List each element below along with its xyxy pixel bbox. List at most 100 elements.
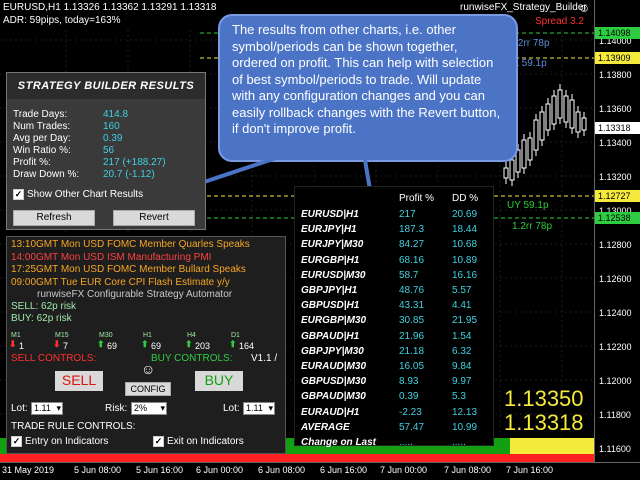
risk-label: Risk: [105,403,128,414]
refresh-button[interactable]: Refresh [13,210,95,226]
timeframe-name: H1 [143,332,152,339]
result-profit: 84.27 [399,239,425,251]
result-row: GBPUSD|H1 43.31 4.41 [295,300,495,315]
result-row: AVERAGE 57.47 10.99 [295,422,495,437]
stat-value: 414.8 [103,109,129,120]
result-symbol: GBPAUD|H1 [301,330,360,342]
stat-label: Trade Days: [13,109,68,120]
timeframe-value: 164 [239,341,255,351]
stat-row: Draw Down %: 20.7 (-1.12) [13,169,201,181]
result-profit: 68.16 [399,254,425,266]
arrow-down-icon: ⬇ [53,339,61,349]
exit-label: Exit on Indicators [167,436,244,447]
sell-controls-label: SELL CONTROLS: [11,353,97,364]
result-row: GBPJPY|H1 48.76 5.57 [295,285,495,300]
trade-rule-controls-label: TRADE RULE CONTROLS: [11,421,136,432]
timeframe-name: H4 [187,332,196,339]
header-profit: Profit % [399,193,435,204]
timeframe-name: M1 [11,332,21,339]
stat-label: Profit %: [13,157,51,168]
stat-value: 20.7 (-1.12) [103,169,155,180]
result-symbol: EURGBP|H1 [301,254,360,266]
entry-label: Entry on Indicators [25,436,109,447]
result-dd: 10.99 [452,421,478,433]
exit-on-indicators-toggle[interactable]: ✓ Exit on Indicators [153,436,244,447]
sell-button[interactable]: SELL [55,371,103,391]
entry-checkbox[interactable]: ✓ [11,436,22,447]
result-symbol: GBPJPY|H1 [301,285,358,296]
result-dd: 1.54 [452,330,472,342]
config-smiley-icon: ☺ [141,361,156,377]
stat-label: Win Ratio %: [13,145,71,156]
result-symbol: EURUSD|H1 [301,209,359,220]
result-profit: 21.18 [399,345,425,357]
result-symbol: GBPUSD|M30 [301,376,367,388]
risk-value: 2% [134,403,148,413]
other-chart-results-table: Profit % DD % EURUSD|H1 217 20.69 EURJPY|H1… [294,186,495,448]
stat-row: Win Ratio %: 56 [13,145,201,157]
result-profit: ..... [399,437,413,448]
timeframe-name: M30 [99,332,113,339]
lot-buy-value: 1.11 [246,403,263,413]
result-row: EURUSD|M30 58.7 16.16 [295,270,495,285]
result-dd: ..... [452,437,466,448]
strategy-builder-panel: STRATEGY BUILDER RESULTS Trade Days: 414.… [6,72,206,230]
automator-title: runwiseFX Configurable Strategy Automato… [37,289,233,300]
result-profit: 16.05 [399,361,425,372]
result-profit: 217 [399,209,416,220]
buy-controls-label: BUY CONTROLS: [151,353,233,364]
stat-row: Num Trades: 160 [13,121,201,133]
result-profit: 8.93 [399,376,419,388]
stat-value: 0.39 [103,133,123,144]
entry-on-indicators-toggle[interactable]: ✓ Entry on Indicators [11,436,108,447]
chevron-down-icon: ▾ [160,403,165,413]
stat-value: 217 (+188.27) [103,157,166,168]
lot-sell-value: 1.11 [34,403,51,413]
buy-button[interactable]: BUY [195,371,243,391]
result-dd: 16.16 [452,269,478,281]
timeframe-value: 69 [151,341,162,351]
risk-select[interactable]: 2% ▾ [131,402,167,415]
result-profit: 43.31 [399,300,425,312]
stat-label: Avg per Day: [13,133,71,144]
lot-sell-select[interactable]: 1.11 ▾ [31,402,63,415]
result-symbol: EURGBP|M30 [301,315,367,327]
timeframe-name: M15 [55,332,69,339]
lot-buy-select[interactable]: 1.11 ▾ [243,402,275,415]
result-symbol: Change on Last [301,437,377,448]
config-button[interactable]: CONFIG [125,382,171,396]
result-symbol: EURAUD|M30 [301,361,367,372]
news-item: 14:00GMT Mon USD ISM Manufacturing PMI [11,251,212,263]
timeframe-value: 69 [107,341,118,351]
timeframe-name: D1 [231,332,240,339]
arrow-up-icon: ⬆ [141,339,149,349]
stat-value: 160 [103,121,120,132]
result-dd: 10.68 [452,239,478,251]
result-dd: 4.41 [452,300,472,312]
result-dd: 18.44 [452,224,478,236]
arrow-up-icon: ⬆ [229,339,237,349]
timeframe-value: 7 [63,341,69,351]
stat-row: Profit %: 217 (+188.27) [13,157,201,169]
result-dd: 10.89 [452,254,478,266]
news-item: 09:00GMT Tue EUR Core CPI Flash Estimate… [11,276,230,288]
result-symbol: EURUSD|M30 [301,269,366,281]
stat-label: Num Trades: [13,121,71,132]
strategy-builder-title: STRATEGY BUILDER RESULTS [7,73,205,99]
timeframe-value: 203 [195,341,211,351]
result-profit: 0.39 [399,391,419,403]
revert-button[interactable]: Revert [113,210,195,226]
result-dd: 12.13 [452,406,478,418]
news-item: 17:25GMT Mon USD FOMC Member Bullard Spe… [11,264,246,275]
result-dd: 5.3 [452,391,466,403]
result-row: EURGBP|M30 30.85 21.95 [295,315,495,330]
sell-risk: SELL: 62p risk [11,301,77,312]
strategy-automator-panel: 13:10GMT Mon USD FOMC Member Quarles Spe… [6,236,286,454]
lot-buy-label: Lot: [223,403,240,414]
result-dd: 9.84 [452,361,472,372]
show-other-checkbox[interactable]: ✓ [13,189,24,200]
show-other-results-toggle[interactable]: ✓ Show Other Chart Results [13,189,143,200]
result-row: EURJPY|H1 187.3 18.44 [295,224,495,239]
result-profit: 58.7 [399,269,419,281]
exit-checkbox[interactable]: ✓ [153,436,164,447]
